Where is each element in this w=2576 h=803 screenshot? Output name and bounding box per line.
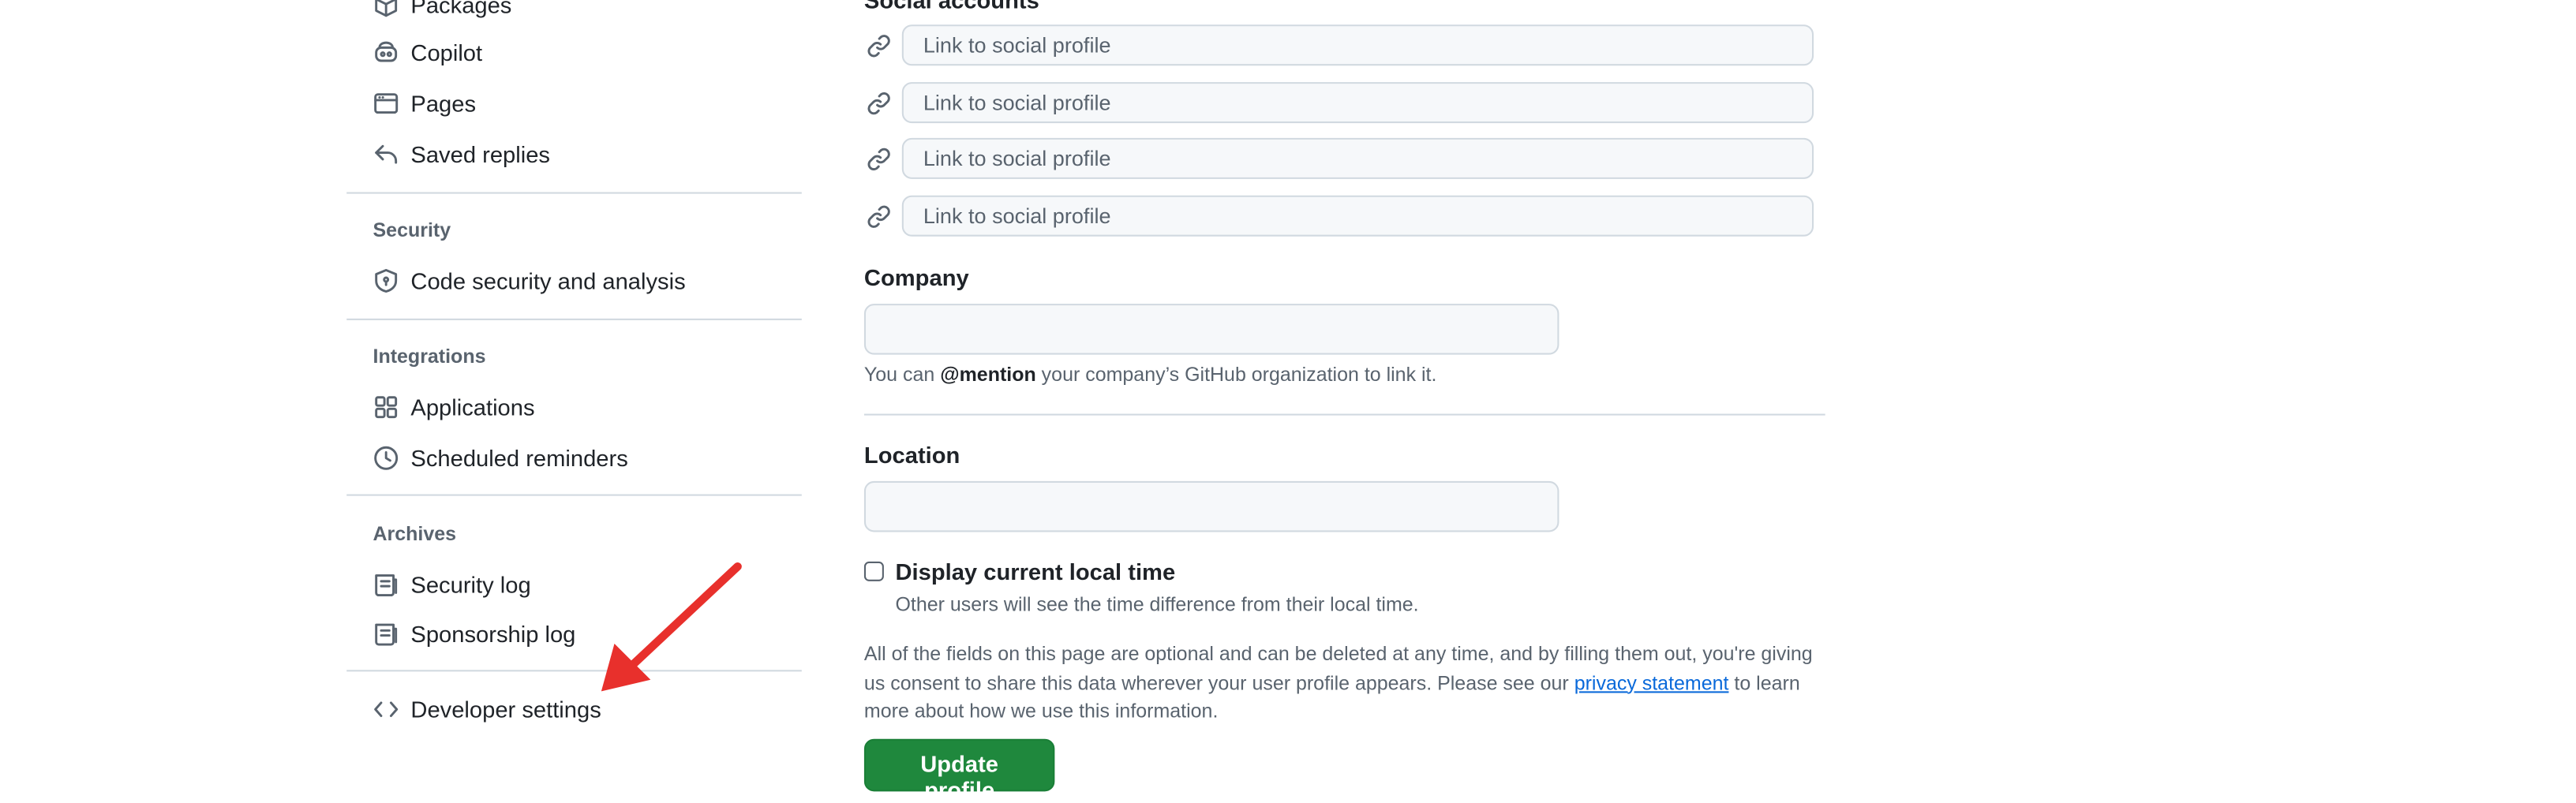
social-account-row <box>864 23 1814 67</box>
log-icon <box>375 623 398 646</box>
sidebar-item-applications[interactable]: Applications <box>373 383 535 431</box>
location-label: Location <box>863 441 960 469</box>
sidebar-item-scheduled-reminders[interactable]: Scheduled reminders <box>373 434 628 483</box>
company-note-suffix: your company’s GitHub organization to li… <box>1035 363 1437 387</box>
sidebar-item-packages[interactable]: Packages <box>373 0 512 29</box>
sidebar-divider <box>346 318 802 320</box>
sidebar-item-developer-settings[interactable]: Developer settings <box>373 685 601 734</box>
local-time-checkbox[interactable] <box>863 561 884 581</box>
sidebar-heading-security: Security <box>373 218 451 241</box>
reply-icon <box>375 144 398 164</box>
social-profile-input[interactable] <box>901 137 1814 179</box>
sidebar-item-saved-replies[interactable]: Saved replies <box>373 129 550 178</box>
local-time-description: Other users will see the time difference… <box>895 592 1419 616</box>
link-icon <box>867 91 890 114</box>
sidebar-heading-integrations: Integrations <box>373 345 486 368</box>
social-account-row <box>864 136 1814 181</box>
link-icon <box>867 147 890 170</box>
social-profile-input[interactable] <box>901 82 1814 124</box>
sidebar-item-label: Packages <box>410 0 512 18</box>
company-note-prefix: You can <box>863 363 941 387</box>
sidebar-item-label: Applications <box>410 394 535 420</box>
sidebar-item-label: Copilot <box>410 39 483 66</box>
shield-lock-icon <box>375 268 398 293</box>
link-icon <box>867 204 890 227</box>
social-accounts-heading: Social accounts <box>863 0 1039 13</box>
privacy-statement-link[interactable]: privacy statement <box>1574 670 1729 693</box>
update-profile-button[interactable]: Update profile <box>863 738 1055 803</box>
browser-icon <box>374 93 399 114</box>
sidebar-item-label: Security log <box>410 571 531 598</box>
social-profile-input[interactable] <box>901 24 1814 66</box>
social-account-row <box>864 194 1814 238</box>
sidebar-divider <box>346 494 802 496</box>
profile-disclaimer: All of the fields on this page are optio… <box>864 641 1817 726</box>
sidebar-item-label: Pages <box>410 90 477 117</box>
company-note: You can @mention your company’s GitHub o… <box>864 363 1437 386</box>
sidebar-item-sponsorship-log[interactable]: Sponsorship log <box>373 609 576 658</box>
sidebar-item-label: Developer settings <box>410 696 601 723</box>
sidebar-item-label: Saved replies <box>410 141 550 168</box>
log-icon <box>375 574 398 597</box>
social-profile-input[interactable] <box>901 195 1814 237</box>
company-input[interactable] <box>863 304 1559 355</box>
link-icon <box>867 34 890 57</box>
sidebar-item-code-security[interactable]: Code security and analysis <box>373 256 686 305</box>
sidebar-item-copilot[interactable]: Copilot <box>373 28 483 77</box>
apps-icon <box>375 396 398 419</box>
sidebar-item-label: Scheduled reminders <box>410 445 628 472</box>
code-icon <box>374 701 399 718</box>
location-input[interactable] <box>863 480 1559 532</box>
copilot-icon <box>375 41 398 62</box>
local-time-label[interactable]: Display current local time <box>895 558 1175 585</box>
sidebar-divider <box>346 670 802 672</box>
section-divider <box>863 413 1825 416</box>
social-account-row <box>864 80 1814 125</box>
company-note-mention: @mention <box>940 363 1036 387</box>
settings-page: Packages Copilot Pages Saved replies Sec… <box>0 0 2576 803</box>
company-label: Company <box>863 264 969 291</box>
package-icon <box>375 0 398 17</box>
sidebar-heading-archives: Archives <box>373 521 457 546</box>
clock-icon <box>374 446 399 470</box>
sidebar-item-pages[interactable]: Pages <box>373 79 477 128</box>
sidebar-item-label: Code security and analysis <box>410 267 686 294</box>
sidebar-item-security-log[interactable]: Security log <box>373 560 531 609</box>
sidebar-item-label: Sponsorship log <box>410 620 576 648</box>
sidebar-divider <box>346 192 802 194</box>
